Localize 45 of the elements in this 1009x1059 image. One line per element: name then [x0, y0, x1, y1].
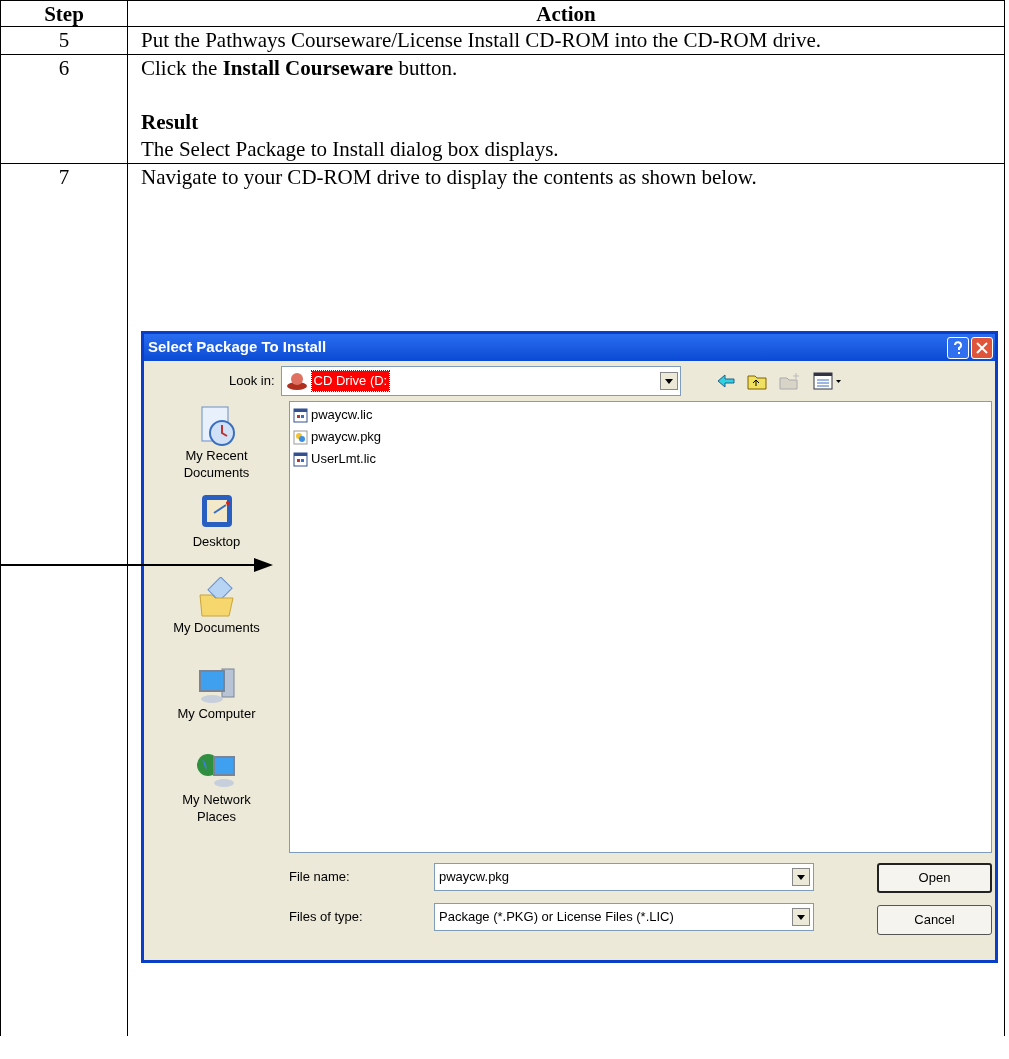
result-heading: Result [141, 109, 200, 136]
help-button[interactable] [947, 336, 969, 359]
places-item[interactable]: My Computer [161, 663, 272, 749]
file-item[interactable]: pwaycw.pkg [293, 427, 988, 447]
instruction-text: Navigate to your CD-ROM drive to display the contents as shown below. [141, 164, 758, 191]
places-item[interactable]: My Documents [161, 577, 272, 663]
dropdown-button[interactable] [659, 372, 678, 390]
step-number: 6 [58, 55, 70, 82]
step-number: 7 [58, 164, 70, 191]
back-arrow-icon[interactable] [716, 374, 735, 388]
look-in-value: CD Drive (D: [311, 371, 390, 391]
help-icon [953, 340, 963, 355]
instruction-text: Put the Pathways Courseware/License Install CD-ROM into the CD-ROM drive. [141, 27, 823, 54]
window-title: Select Package To Install [148, 337, 327, 358]
dropdown-button[interactable] [792, 908, 810, 926]
instruction-text: The Select Package to Install dialog box displays. [141, 136, 560, 163]
caret-icon [797, 874, 805, 880]
caret-icon [797, 914, 805, 920]
dialog-button[interactable]: Open [877, 863, 992, 893]
package-icon [293, 429, 308, 445]
places-item[interactable]: Desktop [161, 491, 272, 577]
field-label: File name: [289, 868, 351, 887]
close-button[interactable] [971, 336, 993, 359]
combo-field[interactable]: Package (*.PKG) or License Files (*.LIC) [434, 903, 814, 931]
column-header: Action [128, 1, 1005, 27]
combo-field[interactable]: pwaycw.pkg [434, 863, 814, 891]
file-item[interactable]: UserLmt.lic [293, 449, 988, 469]
places-item[interactable]: My Network Places [161, 749, 272, 835]
places-item[interactable]: My Recent Documents [161, 405, 272, 491]
document-icon [293, 407, 308, 423]
close-icon [976, 341, 988, 354]
look-in-label: Look in: [229, 372, 275, 391]
column-header: Step [1, 1, 128, 27]
step-number: 5 [58, 27, 70, 54]
field-label: Files of type: [289, 908, 364, 927]
look-in-dropdown[interactable]: CD Drive (D: [280, 366, 681, 396]
instruction-text: Click the Install Courseware button. [141, 55, 459, 82]
up-folder-icon[interactable] [746, 372, 767, 390]
document-icon [293, 451, 308, 467]
view-menu-icon[interactable] [812, 372, 843, 390]
dialog-button[interactable]: Cancel [877, 905, 992, 935]
dropdown-button[interactable] [792, 868, 810, 886]
caret-icon [664, 378, 673, 384]
cd-drive-icon [285, 371, 308, 391]
file-item[interactable]: pwaycw.lic [293, 405, 988, 425]
